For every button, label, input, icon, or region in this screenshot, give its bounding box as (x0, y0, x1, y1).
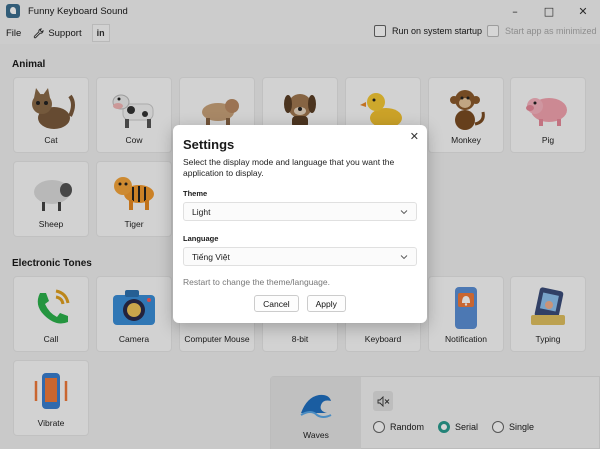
cancel-button[interactable]: Cancel (254, 295, 299, 312)
language-select[interactable]: Tiếng Việt (183, 247, 417, 266)
apply-button[interactable]: Apply (306, 295, 346, 312)
language-label: Language (183, 234, 219, 243)
theme-value: Light (192, 206, 211, 217)
dialog-close-icon[interactable]: ✕ (410, 130, 419, 143)
dialog-description: Select the display mode and language tha… (183, 157, 395, 178)
theme-label: Theme (183, 189, 208, 198)
dialog-title: Settings (183, 137, 235, 152)
dialog-actions: Cancel Apply (183, 295, 417, 312)
settings-dialog: ✕ Settings Select the display mode and l… (173, 125, 427, 323)
chevron-down-icon (400, 209, 408, 214)
theme-select[interactable]: Light (183, 202, 417, 221)
restart-note: Restart to change the theme/language. (183, 277, 330, 287)
language-value: Tiếng Việt (192, 251, 230, 262)
chevron-down-icon (400, 254, 408, 259)
